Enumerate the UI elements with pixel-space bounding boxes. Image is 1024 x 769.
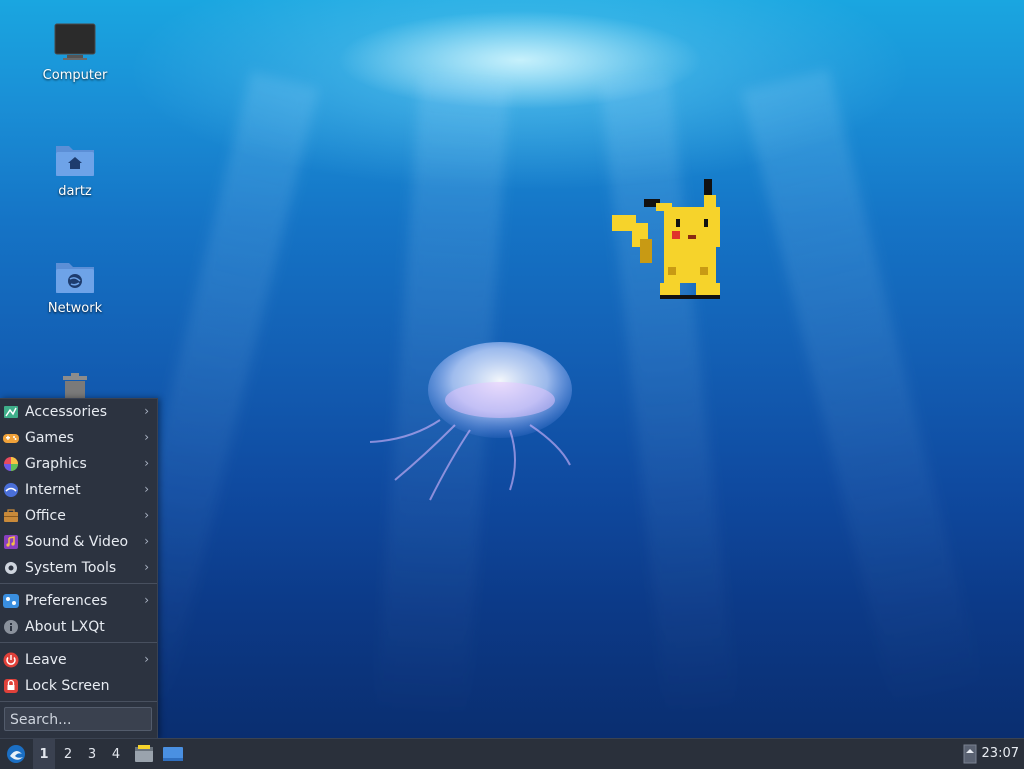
network-folder-icon xyxy=(56,263,94,293)
menu-item-label: Office xyxy=(25,508,66,524)
jellyfish-image xyxy=(369,342,572,501)
menu-item-games[interactable]: Games › xyxy=(0,425,157,451)
system-tools-icon xyxy=(3,560,19,576)
menu-item-graphics[interactable]: Graphics › xyxy=(0,451,157,477)
workspace-3-button[interactable]: 3 xyxy=(81,739,103,769)
menu-item-label: Sound & Video xyxy=(25,534,129,550)
power-icon xyxy=(3,652,19,668)
menu-item-label: Internet xyxy=(25,482,81,498)
desktop-icon-label: Network xyxy=(47,301,103,316)
menu-item-label: About LXQt xyxy=(25,619,105,635)
accessories-icon xyxy=(3,404,19,420)
desktop-icon-network[interactable]: Network xyxy=(25,257,125,316)
workspace-1-button[interactable]: 1 xyxy=(33,739,55,769)
main-menu-button[interactable] xyxy=(3,739,29,769)
internet-icon xyxy=(3,482,19,498)
lxqt-logo-icon xyxy=(7,745,25,763)
menu-item-sound-video[interactable]: Sound & Video › xyxy=(0,529,157,555)
menu-item-lock-screen[interactable]: Lock Screen xyxy=(0,673,157,699)
graphics-icon xyxy=(3,456,19,472)
menu-item-internet[interactable]: Internet › xyxy=(0,477,157,503)
menu-item-preferences[interactable]: Preferences › xyxy=(0,588,157,614)
games-icon xyxy=(3,430,19,446)
preferences-icon xyxy=(3,593,19,609)
menu-separator xyxy=(0,642,157,643)
desktop-icon-label: Computer xyxy=(42,68,108,83)
trash-icon xyxy=(63,373,87,398)
menu-item-label: Accessories xyxy=(25,404,108,420)
menu-item-system-tools[interactable]: System Tools › xyxy=(0,555,157,581)
submenu-arrow-icon: › xyxy=(144,534,149,548)
submenu-arrow-icon: › xyxy=(144,593,149,607)
desktop-icon xyxy=(163,747,183,761)
desktop-icon-computer[interactable]: Computer xyxy=(25,22,125,83)
desktop-icon-label: dartz xyxy=(58,184,92,199)
submenu-arrow-icon: › xyxy=(144,404,149,418)
menu-item-label: Leave xyxy=(25,652,67,668)
workspace-4-button[interactable]: 4 xyxy=(105,739,127,769)
home-folder-icon xyxy=(56,146,94,176)
menu-item-office[interactable]: Office › xyxy=(0,503,157,529)
submenu-arrow-icon: › xyxy=(144,560,149,574)
menu-item-leave[interactable]: Leave › xyxy=(0,647,157,673)
lock-icon xyxy=(3,678,19,694)
desktop-icon-trash[interactable] xyxy=(25,372,125,398)
computer-icon xyxy=(54,23,96,60)
light-ray xyxy=(741,69,984,712)
sound-video-icon xyxy=(3,534,19,550)
submenu-arrow-icon: › xyxy=(144,482,149,496)
menu-search-input[interactable]: Search... xyxy=(4,707,152,731)
file-manager-icon xyxy=(135,745,153,762)
show-desktop-button[interactable] xyxy=(160,739,186,769)
submenu-arrow-icon: › xyxy=(144,430,149,444)
menu-item-accessories[interactable]: Accessories › xyxy=(0,399,157,425)
menu-item-about-lxqt[interactable]: About LXQt xyxy=(0,614,157,640)
light-ray xyxy=(600,76,737,721)
menu-item-label: Graphics xyxy=(25,456,87,472)
submenu-arrow-icon: › xyxy=(144,456,149,470)
menu-item-label: Lock Screen xyxy=(25,678,110,694)
tray-expand-button[interactable] xyxy=(962,739,978,769)
menu-separator xyxy=(0,583,157,584)
menu-separator xyxy=(0,701,157,702)
submenu-arrow-icon: › xyxy=(144,508,149,522)
clock[interactable]: 23:07 xyxy=(982,739,1019,769)
menu-item-label: Games xyxy=(25,430,74,446)
menu-item-label: Preferences xyxy=(25,593,108,609)
submenu-arrow-icon: › xyxy=(144,652,149,666)
pikachu-sprite xyxy=(612,179,720,299)
info-icon xyxy=(3,619,19,635)
desktop-icon-home-folder[interactable]: dartz xyxy=(25,140,125,199)
menu-item-label: System Tools xyxy=(25,560,117,576)
taskbar: 1 2 3 4 23:07 xyxy=(0,738,1024,769)
start-menu: Accessories › Games › Graphics › Interne… xyxy=(0,398,158,739)
file-manager-launcher[interactable] xyxy=(132,739,156,769)
tray-arrow-icon xyxy=(963,744,977,764)
office-icon xyxy=(3,508,19,524)
workspace-2-button[interactable]: 2 xyxy=(57,739,79,769)
